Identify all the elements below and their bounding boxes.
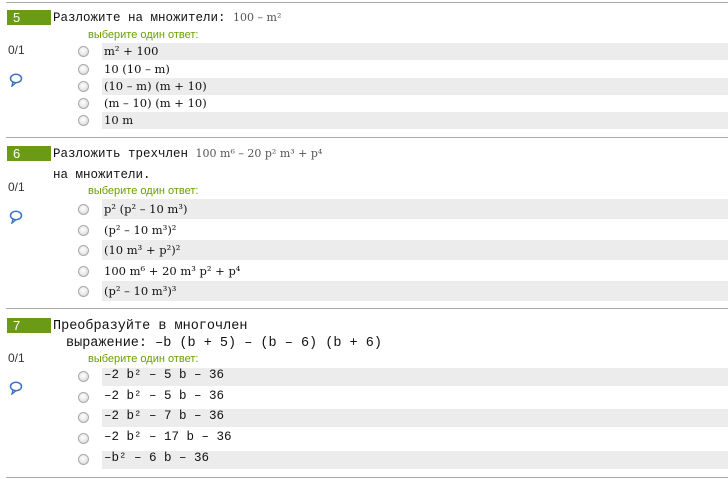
answer-prompt: выберите один ответ:	[88, 185, 199, 197]
question-score: 0/1	[8, 43, 25, 57]
question-text: Преобразуйте в многочлен	[53, 319, 248, 334]
option-label: (10 m³ + p²)²	[104, 243, 181, 257]
speech-bubble-icon[interactable]	[9, 73, 23, 87]
option-band	[102, 112, 728, 129]
question-text: Разложите на множители: 100 – m²	[53, 11, 282, 25]
answer-option[interactable]: m² + 100	[78, 43, 728, 60]
answer-option[interactable]: (10 – m) (m + 10)	[78, 78, 728, 95]
answer-option[interactable]: (p² – 10 m³)³	[78, 281, 728, 301]
answer-option[interactable]: –2 b² – 5 b – 36	[78, 389, 238, 407]
question-score: 0/1	[8, 351, 25, 365]
option-band	[102, 199, 728, 219]
option-label: 10 (10 – m)	[104, 62, 170, 76]
answer-option[interactable]: (10 m³ + p²)²	[78, 240, 728, 260]
radio-button[interactable]	[78, 204, 89, 215]
bottom-divider	[6, 477, 728, 478]
speech-bubble-icon[interactable]	[9, 381, 23, 395]
radio-button[interactable]	[78, 98, 89, 109]
radio-button[interactable]	[78, 225, 89, 236]
option-label: –2 b² – 17 b – 36	[104, 430, 232, 444]
option-label: –2 b² – 7 b – 36	[104, 409, 225, 423]
question-text: Разложить трехчлен 100 m⁶ – 20 p² m³ + p…	[53, 147, 323, 161]
option-label: (p² – 10 m³)²	[104, 223, 177, 237]
option-label: (10 – m) (m + 10)	[104, 79, 207, 93]
question-math: 100 – m²	[233, 11, 282, 24]
answer-option[interactable]: –2 b² – 5 b – 36	[78, 368, 728, 386]
radio-button[interactable]	[78, 371, 89, 382]
answer-option[interactable]: 100 m⁶ + 20 m³ p² + p⁴	[78, 261, 278, 281]
option-label: (m – 10) (m + 10)	[104, 96, 207, 110]
answer-option[interactable]: p² (p² – 10 m³)	[78, 199, 728, 219]
radio-button[interactable]	[78, 286, 89, 297]
answer-option[interactable]: –2 b² – 17 b – 36	[78, 430, 248, 448]
answer-prompt: выберите один ответ:	[88, 353, 199, 365]
radio-button[interactable]	[78, 81, 89, 92]
question-text-continued: выражение: –b (b + 5) – (b – 6) (b + 6)	[66, 336, 382, 351]
question-math: 100 m⁶ – 20 p² m³ + p⁴	[195, 147, 323, 160]
question-number-badge: 7	[7, 318, 51, 333]
radio-button[interactable]	[78, 454, 89, 465]
radio-button[interactable]	[78, 266, 89, 277]
answer-option[interactable]: –2 b² – 7 b – 36	[78, 409, 728, 427]
speech-bubble-icon[interactable]	[9, 210, 23, 224]
option-label: (p² – 10 m³)³	[104, 284, 177, 298]
radio-button[interactable]	[78, 433, 89, 444]
top-divider	[6, 2, 728, 3]
radio-button[interactable]	[78, 412, 89, 423]
radio-button[interactable]	[78, 392, 89, 403]
answer-option[interactable]: 10 m	[78, 112, 728, 129]
answer-option[interactable]: (p² – 10 m³)²	[78, 220, 238, 240]
answer-prompt: выберите один ответ:	[88, 29, 199, 41]
answer-option[interactable]: 10 (10 – m)	[78, 61, 178, 78]
option-band	[102, 43, 728, 60]
question-number-badge: 6	[7, 146, 51, 161]
question-score: 0/1	[8, 180, 25, 194]
radio-button[interactable]	[78, 64, 89, 75]
question-text-continued: на множители.	[53, 168, 151, 182]
radio-button[interactable]	[78, 245, 89, 256]
option-label: –2 b² – 5 b – 36	[104, 389, 225, 403]
option-band	[102, 240, 728, 260]
answer-option[interactable]: (m – 10) (m + 10)	[78, 95, 228, 112]
option-label: 100 m⁶ + 20 m³ p² + p⁴	[104, 264, 241, 278]
option-label: 10 m	[104, 113, 134, 127]
question-divider	[6, 137, 728, 138]
option-label: p² (p² – 10 m³)	[104, 202, 188, 216]
answer-option[interactable]: –b² – 6 b – 36	[78, 451, 728, 469]
option-band	[102, 281, 728, 301]
radio-button[interactable]	[78, 46, 89, 57]
option-label: m² + 100	[104, 44, 159, 58]
question-number-badge: 5	[7, 10, 51, 25]
question-divider	[6, 308, 728, 309]
radio-button[interactable]	[78, 115, 89, 126]
option-label: –b² – 6 b – 36	[104, 451, 210, 465]
option-label: –2 b² – 5 b – 36	[104, 368, 225, 382]
